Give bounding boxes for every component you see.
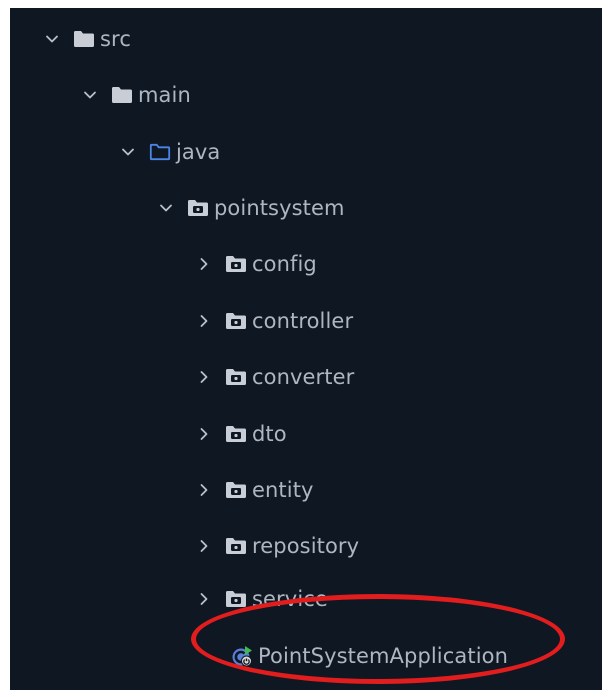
package-icon: [224, 536, 248, 556]
tree-node-main[interactable]: main: [80, 79, 191, 111]
tree-node-label: entity: [252, 478, 314, 502]
tree-node-pointsystem[interactable]: pointsystem: [156, 192, 345, 224]
package-icon: [224, 254, 248, 274]
chevron-right-icon[interactable]: [194, 424, 214, 444]
tree-node-converter[interactable]: converter: [194, 361, 354, 393]
chevron-right-icon[interactable]: [194, 480, 214, 500]
chevron-right-icon[interactable]: [194, 367, 214, 387]
tree-node-entity[interactable]: entity: [194, 474, 314, 506]
tree-node-label: src: [100, 27, 131, 51]
folder-icon: [110, 85, 134, 105]
chevron-right-icon[interactable]: [194, 589, 214, 609]
chevron-down-icon[interactable]: [118, 142, 138, 162]
source-root-folder-icon: [148, 142, 172, 162]
tree-node-label: service: [252, 587, 328, 611]
tree-node-config[interactable]: config: [194, 248, 317, 280]
tree-node-label: converter: [252, 365, 355, 389]
tree-node-repository[interactable]: repository: [194, 530, 359, 562]
chevron-right-icon[interactable]: [194, 311, 214, 331]
chevron-down-icon[interactable]: [156, 198, 176, 218]
tree-node-label: repository: [252, 534, 360, 558]
tree-node-label: main: [138, 83, 191, 107]
tree-node-label: java: [176, 140, 221, 164]
tree-node-label: pointsystem: [214, 196, 345, 220]
project-tree: src main java pointsystem config control…: [10, 8, 602, 690]
tree-node-controller[interactable]: controller: [194, 305, 353, 337]
chevron-right-icon[interactable]: [194, 536, 214, 556]
chevron-right-icon[interactable]: [194, 254, 214, 274]
spring-boot-application-class-icon: [230, 646, 254, 667]
tree-node-point-system-application[interactable]: PointSystemApplication: [230, 640, 508, 672]
tree-node-label: dto: [252, 422, 287, 446]
tree-node-java[interactable]: java: [118, 136, 220, 168]
tree-node-dto[interactable]: dto: [194, 418, 287, 450]
package-icon: [224, 589, 248, 609]
package-icon: [224, 424, 248, 444]
tree-node-label: config: [252, 252, 317, 276]
package-icon: [186, 198, 210, 218]
package-icon: [224, 480, 248, 500]
package-icon: [224, 367, 248, 387]
package-icon: [224, 311, 248, 331]
project-tree-panel: src main java pointsystem config control…: [10, 8, 602, 690]
tree-node-label: PointSystemApplication: [258, 644, 508, 668]
tree-node-src[interactable]: src: [42, 23, 131, 55]
chevron-down-icon[interactable]: [42, 29, 62, 49]
folder-icon: [72, 29, 96, 49]
tree-node-service[interactable]: service: [194, 583, 328, 615]
chevron-down-icon[interactable]: [80, 85, 100, 105]
tree-node-label: controller: [252, 309, 354, 333]
